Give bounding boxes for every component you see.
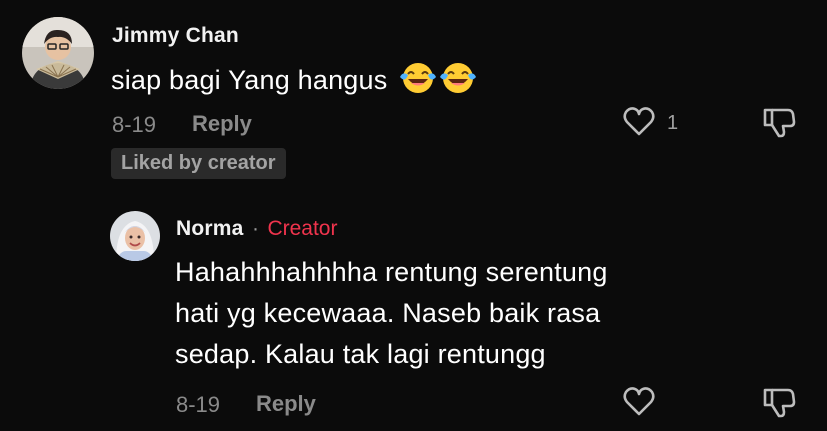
dislike-thumb-down-icon <box>763 108 796 138</box>
heart-outline-icon <box>623 387 655 416</box>
separator-dot: · <box>251 217 259 240</box>
comment-username[interactable]: Jimmy Chan <box>112 24 239 48</box>
dislike-button[interactable] <box>762 385 798 421</box>
reply-text: Hahahhhahhhha rentung serentung hati yg … <box>175 252 608 375</box>
laughing-emoji-icon <box>399 61 437 107</box>
reply-text-line: Hahahhhahhhha rentung serentung <box>175 257 608 287</box>
like-button[interactable] <box>622 106 658 140</box>
creator-avatar[interactable] <box>110 211 160 261</box>
reply-date: 8-19 <box>176 392 221 417</box>
reply-text-line: sedap. Kalau tak lagi rentungg <box>175 339 546 369</box>
dislike-thumb-down-icon <box>763 388 796 418</box>
creator-username[interactable]: Norma <box>176 217 244 240</box>
liked-by-creator-badge: Liked by creator <box>111 148 286 179</box>
comment-text: siap bagi Yang hangus <box>111 60 477 107</box>
like-button[interactable] <box>622 386 658 420</box>
dislike-button[interactable] <box>762 105 798 141</box>
creator-badge: Creator <box>267 217 338 240</box>
reply-button[interactable]: Reply <box>256 391 316 417</box>
comment-date: 8-19 <box>112 112 157 137</box>
avatar[interactable] <box>22 17 94 89</box>
reply-button[interactable]: Reply <box>192 111 252 137</box>
comment-text-content: siap bagi Yang hangus <box>111 65 388 95</box>
reply-header: Norma · Creator <box>176 217 337 241</box>
creator-avatar-image <box>110 211 160 261</box>
laughing-emoji-icon <box>439 61 477 107</box>
user-avatar-image <box>22 17 94 89</box>
heart-outline-icon <box>623 107 655 136</box>
like-count: 1 <box>667 112 679 134</box>
reply-text-line: hati yg kecewaaa. Naseb baik rasa <box>175 298 601 328</box>
